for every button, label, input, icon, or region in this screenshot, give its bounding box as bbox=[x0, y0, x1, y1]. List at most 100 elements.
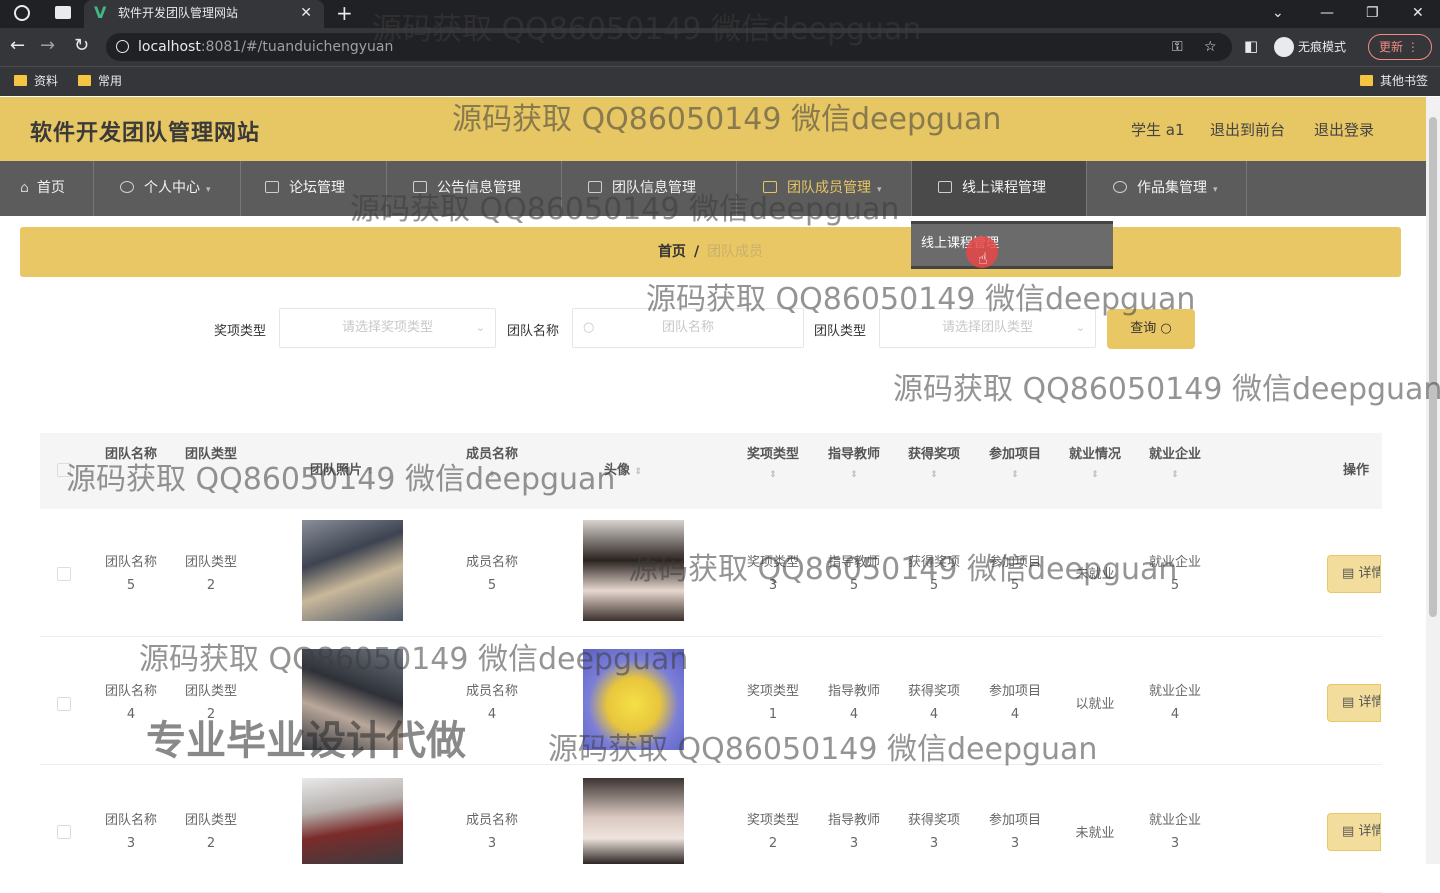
cell-member-name: 成员名称 3 bbox=[452, 809, 532, 855]
th-team-type[interactable]: 团队类型 bbox=[171, 443, 251, 462]
close-tab-icon[interactable]: ✕ bbox=[300, 0, 312, 26]
user-icon bbox=[120, 181, 134, 193]
cell-label: 团队名称 bbox=[104, 684, 157, 699]
th-projects[interactable]: 参加项目 ⇕ bbox=[975, 443, 1055, 480]
award-type-select[interactable]: 请选择奖项类型 ⌄ bbox=[279, 308, 496, 348]
th-label: 团队名称 bbox=[104, 447, 157, 462]
team-type-label: 团队类型 bbox=[814, 324, 867, 339]
address-bar[interactable]: localhost:8081/#/tuanduichengyuan ⚿ ☆ bbox=[106, 33, 1232, 61]
th-avatar[interactable]: 头像 ⇕ bbox=[583, 459, 663, 478]
sort-icon: ⇕ bbox=[1091, 470, 1099, 480]
team-name-input[interactable]: ○ 团队名称 bbox=[572, 308, 804, 348]
detail-button[interactable]: ▤ 详情 bbox=[1327, 684, 1381, 722]
site-info-icon[interactable] bbox=[116, 40, 129, 53]
update-button[interactable]: 更新 ⋮ bbox=[1368, 34, 1432, 60]
bookmark-folder[interactable]: 常用 bbox=[78, 67, 122, 95]
th-team-name[interactable]: 团队名称 bbox=[91, 443, 171, 462]
th-employment[interactable]: 就业情况 ⇕ bbox=[1055, 443, 1135, 480]
cell-value: 4 bbox=[1010, 707, 1020, 722]
nav-dropdown-item[interactable]: 线上课程管理 bbox=[911, 221, 1113, 269]
query-button[interactable]: 查询 ○ bbox=[1107, 309, 1195, 349]
cell-company: 就业企业 4 bbox=[1135, 680, 1215, 726]
th-label: 参加项目 bbox=[988, 447, 1041, 462]
nav-announcements[interactable]: 公告信息管理 bbox=[387, 161, 562, 216]
th-member-name[interactable]: 成员名称 ⇕ bbox=[452, 443, 532, 480]
cell-member-name: 成员名称 5 bbox=[452, 551, 532, 597]
cell-value: 5 bbox=[849, 578, 859, 593]
back-front-link[interactable]: 退出到前台 bbox=[1210, 119, 1285, 140]
th-label: 指导教师 bbox=[827, 447, 880, 462]
member-avatar bbox=[583, 649, 684, 750]
row-checkbox[interactable] bbox=[57, 567, 71, 581]
sort-icon: ⇕ bbox=[488, 470, 496, 480]
row-checkbox[interactable] bbox=[57, 697, 71, 711]
cell-team-type: 团队类型 2 bbox=[171, 809, 251, 855]
reload-icon[interactable]: ↻ bbox=[74, 35, 89, 57]
side-panel-icon[interactable]: ◧ bbox=[1244, 35, 1258, 57]
nav-portfolio[interactable]: 作品集管理 ▾ bbox=[1087, 161, 1247, 216]
browser-tabstrip: V 软件开发团队管理网站 ✕ + ⌄ — ❐ ✕ bbox=[0, 0, 1440, 28]
th-team-photo[interactable]: 团队照片 ⇕ bbox=[302, 459, 382, 478]
member-icon bbox=[763, 181, 777, 193]
logout-link[interactable]: 退出登录 bbox=[1314, 119, 1374, 140]
cell-label: 奖项类型 bbox=[746, 555, 799, 570]
member-avatar bbox=[583, 520, 684, 621]
cell-label: 就业企业 bbox=[1148, 555, 1201, 570]
th-company[interactable]: 就业企业 ⇕ bbox=[1135, 443, 1215, 480]
minimize-icon[interactable]: — bbox=[1320, 0, 1334, 26]
select-all-checkbox[interactable] bbox=[57, 463, 71, 477]
detail-button[interactable]: ▤ 详情 bbox=[1327, 813, 1381, 851]
nav-label: 首页 bbox=[36, 180, 65, 196]
cell-awards: 获得奖项 5 bbox=[894, 551, 974, 597]
back-icon[interactable]: ← bbox=[10, 35, 25, 57]
key-icon[interactable]: ⚿ bbox=[1172, 33, 1183, 61]
incognito-indicator[interactable]: 无痕模式 bbox=[1272, 35, 1360, 59]
th-teacher[interactable]: 指导教师 ⇕ bbox=[814, 443, 894, 480]
tab-search-icon[interactable]: ⌄ bbox=[1272, 0, 1284, 26]
detail-label: 详情 bbox=[1358, 695, 1380, 710]
sort-icon: ⇕ bbox=[850, 470, 858, 480]
cell-label: 参加项目 bbox=[988, 813, 1041, 828]
th-awards[interactable]: 获得奖项 ⇕ bbox=[894, 443, 974, 480]
cell-label: 参加项目 bbox=[988, 555, 1041, 570]
breadcrumb-home[interactable]: 首页 bbox=[658, 244, 686, 260]
close-window-icon[interactable]: ✕ bbox=[1412, 0, 1424, 26]
other-bookmarks[interactable]: 其他书签 bbox=[1360, 67, 1428, 95]
th-award-type[interactable]: 奖项类型 ⇕ bbox=[733, 443, 813, 480]
scrollbar-thumb[interactable] bbox=[1429, 117, 1437, 617]
cell-label: 团队名称 bbox=[104, 813, 157, 828]
cell-employment: 未就业 bbox=[1075, 826, 1115, 841]
home-icon: ⌂ bbox=[20, 180, 29, 196]
award-type-placeholder: 请选择奖项类型 bbox=[341, 320, 433, 335]
th-label: 奖项类型 bbox=[746, 447, 799, 462]
maximize-icon[interactable]: ❐ bbox=[1366, 0, 1379, 26]
forward-icon[interactable]: → bbox=[40, 35, 55, 57]
bookmark-folder[interactable]: 资料 bbox=[14, 67, 58, 95]
cell-award-type: 奖项类型 1 bbox=[733, 680, 813, 726]
breadcrumb-separator: / bbox=[693, 244, 700, 260]
nav-home[interactable]: ⌂ 首页 bbox=[0, 161, 94, 216]
breadcrumb-current: 团队成员 bbox=[707, 244, 764, 260]
browser-tab[interactable]: V 软件开发团队管理网站 ✕ bbox=[84, 0, 324, 28]
page-scrollbar[interactable] bbox=[1426, 97, 1440, 864]
row-checkbox[interactable] bbox=[57, 825, 71, 839]
cell-label: 团队类型 bbox=[184, 684, 237, 699]
nav-team-info[interactable]: 团队信息管理 bbox=[562, 161, 737, 216]
nav-forum[interactable]: 论坛管理 bbox=[241, 161, 387, 216]
nav-personal-center[interactable]: 个人中心 ▾ bbox=[94, 161, 241, 216]
cell-company: 就业企业 3 bbox=[1135, 809, 1215, 855]
team-type-select[interactable]: 请选择团队类型 ⌄ bbox=[879, 308, 1096, 348]
th-label: 头像 bbox=[603, 463, 630, 478]
incognito-icon bbox=[1274, 37, 1294, 57]
vue-icon: V bbox=[94, 3, 107, 22]
forum-icon bbox=[265, 181, 279, 193]
bookmark-star-icon[interactable]: ☆ bbox=[1204, 33, 1217, 61]
new-tab-icon[interactable]: + bbox=[336, 0, 353, 26]
nav-online-courses[interactable]: 线上课程管理 bbox=[912, 161, 1087, 216]
tab-overview-icon[interactable] bbox=[55, 6, 71, 19]
cell-value: 5 bbox=[487, 578, 497, 593]
cell-value: 3 bbox=[849, 836, 859, 851]
nav-team-members[interactable]: 团队成员管理 ▾ bbox=[737, 161, 912, 216]
detail-button[interactable]: ▤ 详情 bbox=[1327, 555, 1381, 593]
cell-label: 指导教师 bbox=[827, 555, 880, 570]
